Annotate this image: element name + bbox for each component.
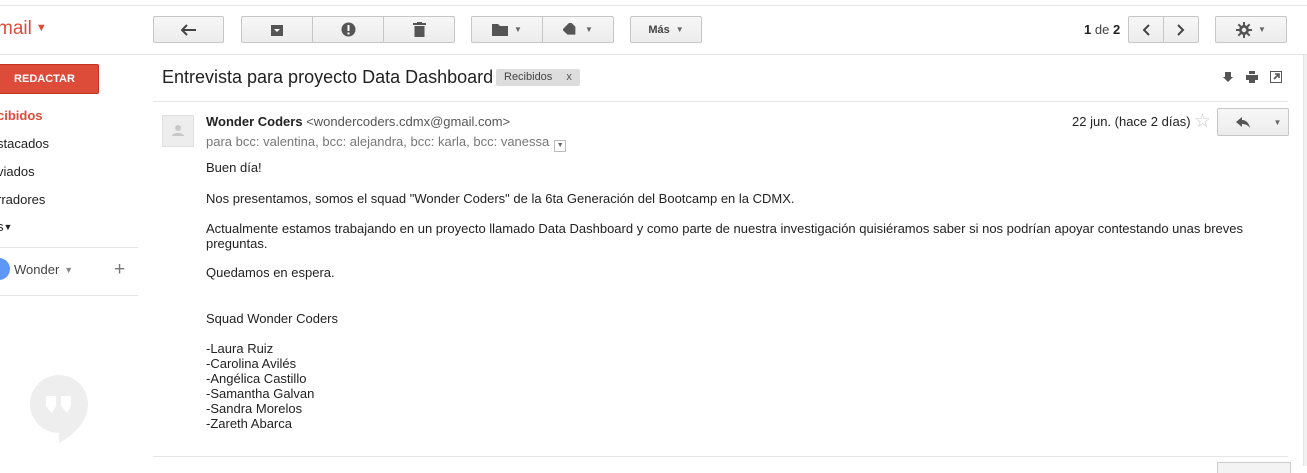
sidebar-item-starred[interactable]: stacados: [0, 136, 49, 151]
member-list-item: -Laura Ruiz: [206, 341, 274, 356]
body-paragraph-2: Actualmente estamos trabajando en un pro…: [206, 221, 1243, 251]
add-contact-icon[interactable]: +: [114, 260, 125, 280]
hangouts-user[interactable]: Wonder ▼: [14, 262, 73, 277]
labels-button[interactable]: ▼: [543, 16, 614, 43]
star-icon[interactable]: ☆: [1194, 110, 1211, 133]
person-icon: [172, 125, 184, 136]
open-new-window-icon[interactable]: [1270, 71, 1282, 83]
older-button[interactable]: [1164, 16, 1199, 43]
print-icon[interactable]: [1246, 71, 1258, 83]
reply-icon: [1235, 116, 1250, 128]
chevron-down-icon: ▼: [1258, 25, 1266, 34]
chevron-down-icon: ▼: [35, 22, 47, 34]
page-total: 2: [1112, 22, 1121, 37]
sidebar-item-more[interactable]: s▼: [0, 219, 12, 234]
hangouts-icon[interactable]: [28, 373, 90, 443]
sidebar-item-sent[interactable]: viados: [0, 164, 35, 179]
compose-button[interactable]: REDACTAR: [0, 64, 99, 94]
settings-button[interactable]: ▼: [1215, 16, 1287, 43]
message-divider: [153, 456, 1288, 457]
show-details-icon[interactable]: ▼: [554, 140, 567, 152]
expand-all-icon[interactable]: [1222, 71, 1234, 83]
label-tag-icon: [563, 22, 576, 35]
caret-down-icon: ▼: [3, 222, 13, 232]
member-list-item: -Sandra Morelos: [206, 401, 303, 416]
sidebar-item-inbox[interactable]: cibidos: [0, 108, 43, 123]
newer-button[interactable]: [1128, 16, 1164, 43]
gear-icon: [1236, 21, 1253, 38]
sender-avatar[interactable]: [162, 115, 194, 147]
back-arrow-icon: [180, 23, 196, 36]
chevron-down-icon: ▼: [514, 25, 522, 34]
reply-button[interactable]: [1217, 108, 1268, 136]
email-subject: Entrevista para proyecto Data Dashboard: [162, 67, 494, 87]
chevron-down-icon: ▼: [585, 25, 593, 34]
sender[interactable]: Wonder Coders <wondercoders.cdmx@gmail.c…: [206, 114, 510, 129]
body-signature: Squad Wonder Coders: [206, 311, 339, 326]
member-list-item: -Zareth Abarca: [206, 416, 292, 431]
report-spam-icon: [341, 22, 355, 37]
top-bar: [0, 0, 1307, 6]
chevron-right-icon: [1177, 23, 1185, 36]
label-chip-text: Recibidos: [504, 71, 553, 83]
sidebar-divider: [0, 247, 138, 248]
chevron-left-icon: [1142, 23, 1150, 36]
body-paragraph-1: Nos presentamos, somos el squad "Wonder …: [206, 191, 795, 206]
inbox-label-chip[interactable]: Recibidos x: [496, 69, 580, 86]
more-label: Más: [648, 23, 670, 36]
back-button[interactable]: [153, 16, 224, 43]
move-to-button[interactable]: ▼: [471, 16, 543, 43]
reply-more-button[interactable]: ▼: [1267, 108, 1289, 136]
scrollbar[interactable]: [1303, 55, 1307, 466]
sidebar-divider: [0, 295, 138, 296]
page-of: de: [1094, 22, 1110, 37]
member-list-item: -Samantha Galvan: [206, 386, 315, 401]
thread-divider: [153, 101, 1288, 102]
body-greeting: Buen día!: [206, 160, 262, 175]
chevron-down-icon: ▼: [1273, 117, 1282, 127]
next-message-reply-button[interactable]: [1217, 462, 1291, 473]
page-current: 1: [1084, 22, 1092, 37]
sender-email: <wondercoders.cdmx@gmail.com>: [306, 114, 511, 129]
folder-icon: [492, 24, 509, 36]
sidebar-item-drafts[interactable]: rradores: [0, 192, 45, 207]
message-date: 22 jun. (hace 2 días): [1072, 114, 1191, 129]
header-divider: [0, 54, 1307, 55]
chevron-down-icon: ▼: [675, 25, 684, 34]
recipients-text: para bcc: valentina, bcc: alejandra, bcc…: [206, 134, 550, 149]
archive-icon: [271, 24, 283, 36]
recipients: para bcc: valentina, bcc: alejandra, bcc…: [206, 134, 567, 152]
trash-icon: [412, 22, 426, 37]
remove-label-icon[interactable]: x: [566, 71, 572, 83]
delete-button[interactable]: [384, 16, 455, 43]
sender-name: Wonder Coders: [206, 114, 303, 129]
archive-button[interactable]: [241, 16, 313, 43]
page-counter: 1 de 2: [1084, 22, 1120, 37]
chevron-down-icon: ▼: [64, 265, 74, 275]
body-paragraph-3: Quedamos en espera.: [206, 265, 335, 280]
member-list-item: -Carolina Avilés: [206, 356, 297, 371]
user-avatar[interactable]: [0, 258, 10, 280]
report-spam-button[interactable]: [313, 16, 384, 43]
gmail-logo[interactable]: mail ▼: [0, 18, 47, 40]
hangouts-user-name: Wonder: [14, 262, 60, 277]
more-button[interactable]: Más ▼: [630, 16, 702, 43]
logo-text: mail: [0, 18, 32, 39]
member-list-item: -Angélica Castillo: [206, 371, 307, 386]
